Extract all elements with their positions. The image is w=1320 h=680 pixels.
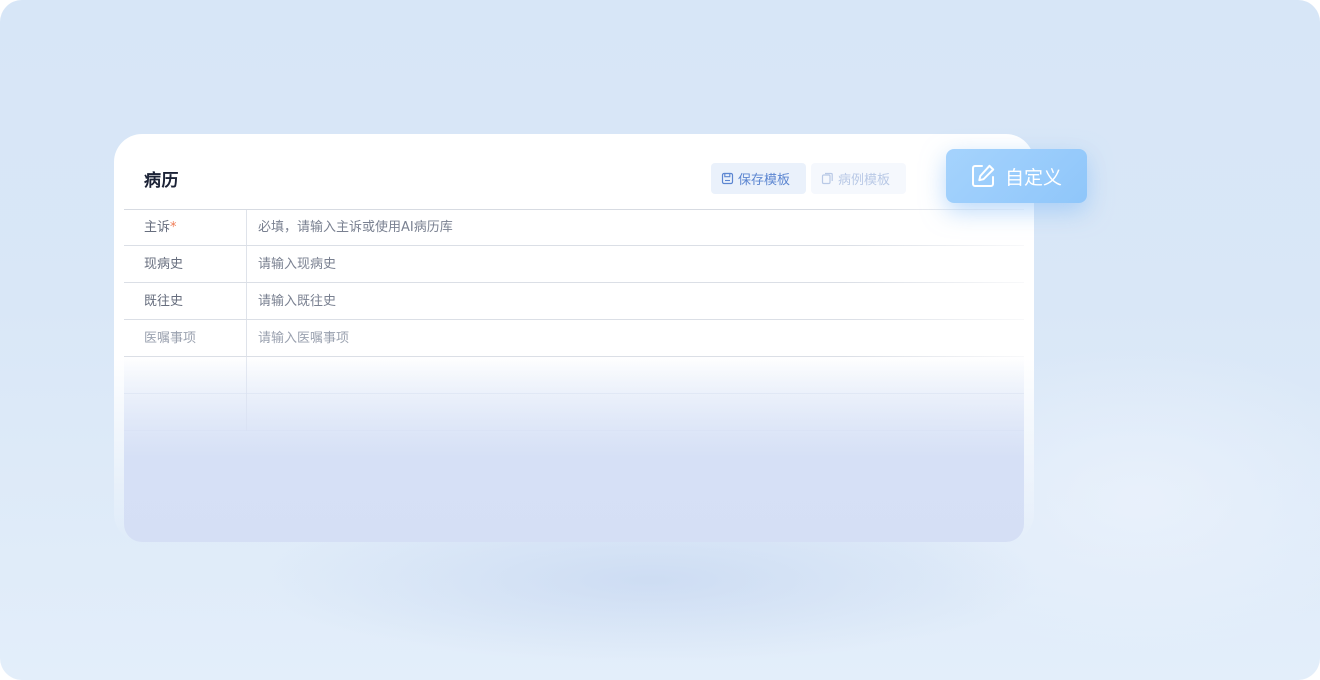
medical-advice-input[interactable]: 请输入医嘱事项: [247, 320, 1024, 357]
form-row-empty: [124, 394, 1024, 431]
required-mark: *: [170, 220, 177, 235]
empty-value-cell: [247, 394, 1024, 431]
form-row-medical-advice: 医嘱事项 请输入医嘱事项: [124, 320, 1024, 357]
card-title: 病历: [144, 171, 179, 191]
empty-label-cell: [124, 357, 247, 394]
case-template-button[interactable]: 病例模板: [811, 163, 906, 194]
present-illness-input[interactable]: 请输入现病史: [247, 246, 1024, 283]
past-history-label: 既往史: [124, 283, 247, 320]
empty-label-cell: [124, 394, 247, 431]
save-template-button[interactable]: 保存模板: [711, 163, 806, 194]
form-row-past-history: 既往史 请输入既往史: [124, 283, 1024, 320]
copy-icon: [821, 172, 833, 185]
empty-value-cell: [247, 357, 1024, 394]
medical-record-card: 病历 保存模板 病例模板 主诉* 必填，请输入主诉或使用AI病历库 现病史 请输…: [114, 134, 1034, 542]
chief-complaint-input[interactable]: 必填，请输入主诉或使用AI病历库: [247, 209, 1024, 246]
chief-complaint-label: 主诉*: [124, 209, 247, 246]
customize-button[interactable]: 自定义: [946, 149, 1087, 203]
record-form-table: 主诉* 必填，请输入主诉或使用AI病历库 现病史 请输入现病史 既往史 请输入既…: [124, 209, 1024, 431]
form-row-empty: [124, 357, 1024, 394]
customize-button-label: 自定义: [1005, 166, 1063, 189]
case-template-label: 病例模板: [838, 173, 891, 188]
background-stage: 病历 保存模板 病例模板 主诉* 必填，请输入主诉或使用AI病历库 现病史 请输…: [0, 0, 1320, 680]
medical-advice-label: 医嘱事项: [124, 320, 247, 357]
form-row-chief-complaint: 主诉* 必填，请输入主诉或使用AI病历库: [124, 209, 1024, 246]
past-history-input[interactable]: 请输入既往史: [247, 283, 1024, 320]
save-icon: [721, 172, 734, 185]
save-template-label: 保存模板: [738, 173, 791, 188]
form-row-present-illness: 现病史 请输入现病史: [124, 246, 1024, 283]
chief-complaint-label-text: 主诉: [144, 220, 171, 235]
edit-icon: [972, 164, 995, 187]
present-illness-label: 现病史: [124, 246, 247, 283]
